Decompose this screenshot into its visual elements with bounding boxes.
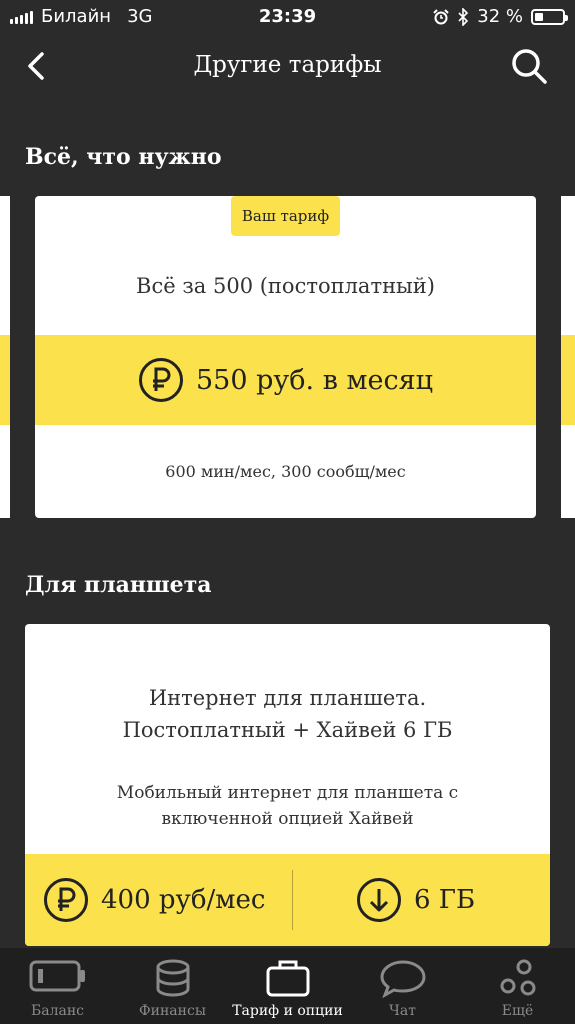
tab-label: Чат <box>389 1003 416 1019</box>
carousel-card-prev[interactable] <box>0 196 10 518</box>
coins-icon <box>156 959 189 997</box>
page-title: Другие тарифы <box>193 52 382 78</box>
ruble-icon <box>44 878 88 922</box>
tab-finance[interactable]: Финансы <box>115 948 230 1024</box>
tariff-description-line1: Мобильный интернет для планшета с <box>116 783 459 803</box>
battery-percent: 32 % <box>477 6 523 27</box>
tariff-price: 400 руб/мес <box>101 885 266 915</box>
tariff-data-volume: 6 ГБ <box>414 885 476 915</box>
battery-icon <box>29 960 85 992</box>
chat-bubble-icon <box>379 960 426 998</box>
tab-label: Баланс <box>30 1003 85 1019</box>
tariff-description-line2: включенной опцией Хайвей <box>161 809 414 829</box>
download-arrow-icon <box>357 878 401 922</box>
tab-more[interactable]: Ещё <box>460 948 575 1024</box>
more-dots-icon <box>500 959 535 996</box>
price-band: 550 руб. в месяц <box>35 335 536 425</box>
tariff-name-line1: Интернет для планшета. <box>148 686 427 710</box>
search-icon[interactable] <box>509 46 549 86</box>
briefcase-icon <box>266 960 309 997</box>
tab-label: Тариф и опции <box>232 1003 343 1019</box>
tariff-name-line2: Постоплатный + Хайвей 6 ГБ <box>122 718 453 742</box>
tab-label: Ещё <box>501 1003 534 1019</box>
tab-chat[interactable]: Чат <box>345 948 460 1024</box>
tab-tariff-options[interactable]: Тариф и опции <box>230 948 345 1024</box>
battery-indicator-icon <box>531 8 568 25</box>
data-cell: 6 ГБ <box>356 854 475 946</box>
price-band: 400 руб/мес 6 ГБ <box>25 854 550 946</box>
section-title-everything: Всё, что нужно <box>25 144 222 170</box>
section-title-tablet: Для планшета <box>25 572 212 598</box>
carousel-card-next[interactable] <box>561 196 575 518</box>
tariff-price: 550 руб. в месяц <box>196 364 433 396</box>
tariff-description: Мобильный интернет для планшета с включе… <box>25 780 550 832</box>
price-cell: 400 руб/мес <box>43 854 265 946</box>
tab-bar: Баланс Финансы Тариф и опции Чат Ещё <box>0 948 575 1024</box>
ruble-icon <box>139 358 183 402</box>
tariff-card-tablet[interactable]: Интернет для планшета. Постоплатный + Ха… <box>25 624 550 946</box>
nav-bar: Другие тарифы <box>0 34 575 98</box>
tariff-card-current[interactable]: Всё за 500 (постоплатный) 550 руб. в мес… <box>35 196 536 518</box>
tab-label: Финансы <box>139 1003 206 1019</box>
tab-balance[interactable]: Баланс <box>0 948 115 1024</box>
tariff-description: 600 мин/мес, 300 сообщ/мес <box>165 462 406 481</box>
tariff-name: Всё за 500 (постоплатный) <box>136 274 435 298</box>
bluetooth-icon <box>458 7 469 26</box>
status-right: 32 % <box>433 6 568 27</box>
alarm-icon <box>433 8 449 24</box>
tariff-name: Интернет для планшета. Постоплатный + Ха… <box>25 682 550 746</box>
status-bar: Билайн 3G 23:39 32 % <box>0 0 575 34</box>
band-divider <box>292 870 293 930</box>
current-tariff-badge: Ваш тариф <box>231 196 340 236</box>
